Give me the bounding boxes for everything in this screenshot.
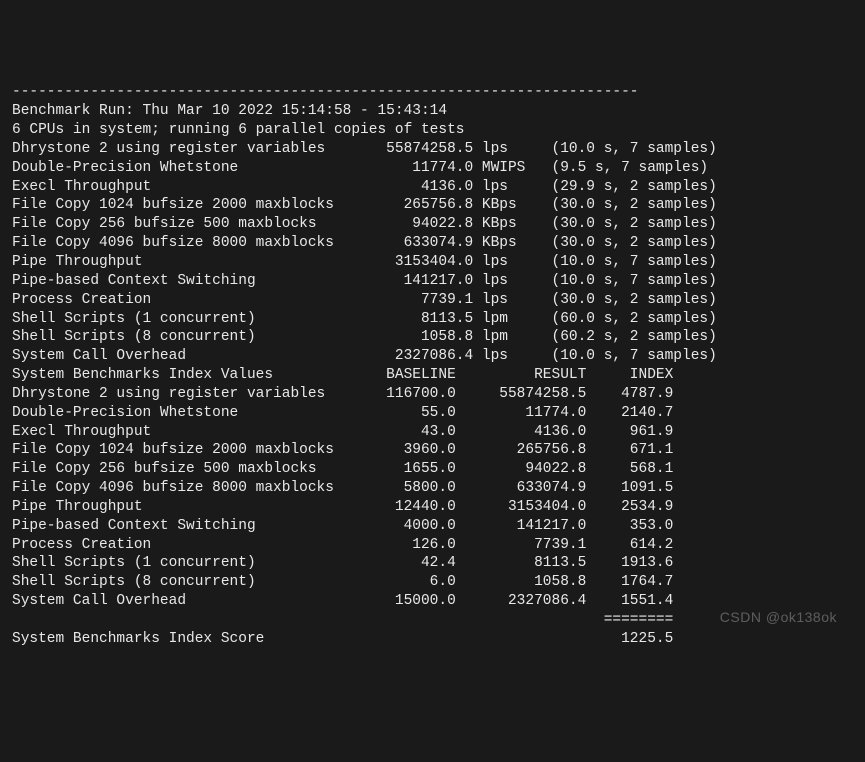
index-row: Pipe-based Context Switching 4000.0 1412… <box>12 517 853 536</box>
result-row: Execl Throughput 4136.0 lps (29.9 s, 2 s… <box>12 178 853 197</box>
benchmark-run-line: Benchmark Run: Thu Mar 10 2022 15:14:58 … <box>12 102 853 121</box>
index-row: File Copy 1024 bufsize 2000 maxblocks 39… <box>12 441 853 460</box>
index-row: Execl Throughput 43.0 4136.0 961.9 <box>12 423 853 442</box>
result-row: File Copy 256 bufsize 500 maxblocks 9402… <box>12 215 853 234</box>
score-line: System Benchmarks Index Score 1225.5 <box>12 630 853 649</box>
result-row: Process Creation 7739.1 lps (30.0 s, 2 s… <box>12 291 853 310</box>
score-divider: ======== <box>12 611 853 630</box>
index-row: Shell Scripts (8 concurrent) 6.0 1058.8 … <box>12 573 853 592</box>
index-row: Dhrystone 2 using register variables 116… <box>12 385 853 404</box>
result-row: Pipe Throughput 3153404.0 lps (10.0 s, 7… <box>12 253 853 272</box>
index-row: System Call Overhead 15000.0 2327086.4 1… <box>12 592 853 611</box>
result-row: File Copy 1024 bufsize 2000 maxblocks 26… <box>12 196 853 215</box>
index-row: File Copy 256 bufsize 500 maxblocks 1655… <box>12 460 853 479</box>
index-row: Double-Precision Whetstone 55.0 11774.0 … <box>12 404 853 423</box>
index-row: File Copy 4096 bufsize 8000 maxblocks 58… <box>12 479 853 498</box>
result-row: Dhrystone 2 using register variables 558… <box>12 140 853 159</box>
result-row: Shell Scripts (8 concurrent) 1058.8 lpm … <box>12 328 853 347</box>
divider-line: ----------------------------------------… <box>12 83 853 102</box>
result-row: Shell Scripts (1 concurrent) 8113.5 lpm … <box>12 310 853 329</box>
result-row: Double-Precision Whetstone 11774.0 MWIPS… <box>12 159 853 178</box>
index-header-row: System Benchmarks Index Values BASELINE … <box>12 366 853 385</box>
result-row: Pipe-based Context Switching 141217.0 lp… <box>12 272 853 291</box>
result-row: File Copy 4096 bufsize 8000 maxblocks 63… <box>12 234 853 253</box>
cpu-info-line: 6 CPUs in system; running 6 parallel cop… <box>12 121 853 140</box>
index-row: Shell Scripts (1 concurrent) 42.4 8113.5… <box>12 554 853 573</box>
result-row: System Call Overhead 2327086.4 lps (10.0… <box>12 347 853 366</box>
index-row: Process Creation 126.0 7739.1 614.2 <box>12 536 853 555</box>
index-row: Pipe Throughput 12440.0 3153404.0 2534.9 <box>12 498 853 517</box>
